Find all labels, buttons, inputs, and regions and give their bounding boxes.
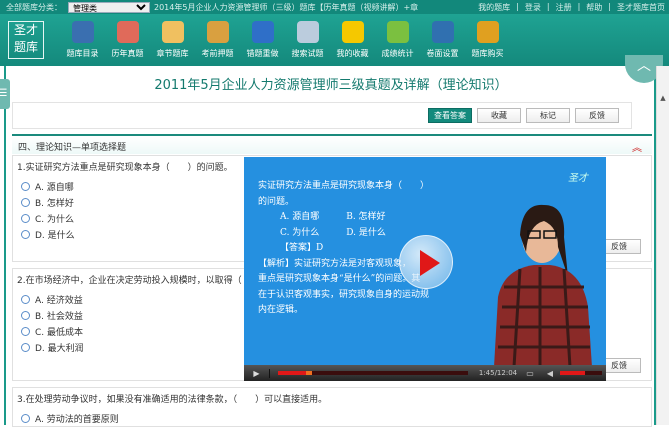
toolbar-label: 题库购买	[471, 49, 504, 58]
option-label: C. 最低成本	[35, 327, 84, 338]
lecturer-image	[494, 204, 592, 367]
category-label: 全部题库分类：	[6, 2, 62, 12]
stats-icon	[386, 21, 409, 43]
past-exams-icon	[116, 21, 139, 43]
mark-button[interactable]: 标记	[526, 108, 570, 123]
toolbar-label: 卷面设置	[426, 49, 459, 58]
option-label: A. 劳动法的首要原则	[35, 414, 119, 425]
option-label: A. 源自哪	[35, 182, 74, 193]
toolbar-item[interactable]: 错题重做	[240, 21, 285, 59]
catalog-icon	[71, 21, 94, 43]
toolbar-item[interactable]: 成绩统计	[375, 21, 420, 59]
radio-button[interactable]	[21, 413, 30, 423]
chapter-icon	[161, 21, 184, 43]
top-link[interactable]: 注册	[556, 2, 572, 13]
scroll-up-icon[interactable]: ▲	[657, 94, 669, 102]
seek-progress	[278, 371, 306, 375]
option-label: A. 经济效益	[35, 295, 83, 306]
scrollbar[interactable]: ▲	[656, 66, 669, 425]
toolbar-label: 题库目录	[66, 49, 99, 58]
top-link[interactable]: 帮助	[586, 2, 602, 13]
radio-button[interactable]	[21, 342, 30, 352]
top-bar: 全部题库分类： 管理类 2014年5月企业人力资源管理师（三级）题库【历年真题（…	[0, 0, 669, 14]
settings-icon	[431, 21, 454, 43]
answer-option[interactable]: A. 劳动法的首要原则	[17, 410, 647, 426]
video-time: 1:45/12:04	[478, 369, 518, 377]
top-link[interactable]: 登录	[525, 2, 541, 13]
feedback-button[interactable]: 反馈	[575, 108, 619, 123]
view-answer-button[interactable]: 查看答案	[428, 108, 472, 123]
link-separator: |	[608, 2, 611, 11]
radio-button[interactable]	[21, 181, 30, 191]
volume-level	[560, 371, 586, 375]
toolbar-label: 章节题库	[156, 49, 189, 58]
toolbar-item[interactable]: 历年真题	[105, 21, 150, 59]
radio-button[interactable]	[21, 229, 30, 239]
volume-icon[interactable]: ◀	[540, 369, 560, 378]
toolbar-item[interactable]: 卷面设置	[420, 21, 465, 59]
category-select[interactable]: 管理类	[68, 1, 150, 13]
slide-line: 内在逻辑。	[258, 305, 304, 315]
volume-slider[interactable]	[560, 371, 602, 375]
radio-button[interactable]	[21, 294, 30, 304]
toolbar-item[interactable]: 考前押题	[195, 21, 240, 59]
fullscreen-icon[interactable]: ▭	[520, 369, 540, 378]
toolbar-label: 错题重做	[246, 49, 279, 58]
cart-icon	[476, 21, 499, 43]
slide-line: A. 源自哪 B. 怎样好	[280, 212, 386, 222]
toolbar-item[interactable]: 题库目录	[60, 21, 105, 59]
seek-bar[interactable]	[278, 371, 468, 375]
favorites-icon	[341, 21, 364, 43]
toolbar: 圣才 题库 题库目录 历年真题 章节题库 考前押题 错题重做 搜索试题 我的收藏 成绩统计 卷面设…	[0, 14, 669, 66]
question-stem: 3.在处理劳动争议时，如果没有准确适用的法律条款，（ ）可以直接适用。	[17, 395, 328, 405]
toolbar-item[interactable]: 搜索试题	[285, 21, 330, 59]
redo-icon	[251, 21, 274, 43]
toolbar-item[interactable]: 题库购买	[465, 21, 510, 59]
radio-button[interactable]	[21, 326, 30, 336]
toolbar-label: 我的收藏	[336, 49, 369, 58]
collapse-icon[interactable]: ︽	[632, 139, 642, 154]
toolbar-item[interactable]: 章节题库	[150, 21, 195, 59]
slide-line: C. 为什么 D. 是什么	[280, 227, 386, 238]
slide-line: 在于认识客观事实，研究现象自身的运动规	[258, 289, 430, 300]
course-title: 2014年5月企业人力资源管理师（三级）题库【历年真题（视频讲解）+章	[154, 2, 419, 12]
toolbar-label: 搜索试题	[291, 49, 324, 58]
video-watermark: 圣才	[568, 173, 588, 184]
section-title: 四、理论知识—单项选择题	[18, 143, 127, 153]
search-icon	[296, 21, 319, 43]
play-icon[interactable]: ▶	[244, 368, 270, 378]
toolbar-label: 历年真题	[111, 49, 144, 58]
toolbar-label: 考前押题	[201, 49, 234, 58]
top-link[interactable]: 我的题库	[478, 2, 510, 13]
slide-line: 实证研究方法重点是研究现象本身（ ）	[258, 181, 430, 191]
predict-icon	[206, 21, 229, 43]
menu-toggle-icon[interactable]: ☰	[0, 79, 10, 109]
radio-button[interactable]	[21, 310, 30, 320]
question-card: 3.在处理劳动争议时，如果没有准确适用的法律条款，（ ）可以直接适用。 A. 劳动…	[12, 387, 652, 427]
page-title: 2011年5月企业人力资源管理师三级真题及详解（理论知识）	[154, 78, 508, 93]
option-label: D. 最大利润	[35, 343, 84, 354]
slide-line: 的问题。	[258, 196, 295, 207]
link-separator: |	[546, 2, 550, 11]
logo[interactable]: 圣才 题库	[8, 21, 44, 59]
toolbar-item[interactable]: 我的收藏	[330, 21, 375, 59]
video-player[interactable]: 圣才 实证研究方法重点是研究现象本身（ ） 的问题。 A. 源自哪 B. 怎样好 C.…	[244, 157, 606, 381]
seek-handle[interactable]	[305, 371, 312, 375]
option-label: D. 是什么	[35, 230, 75, 241]
radio-button[interactable]	[21, 197, 30, 207]
radio-button[interactable]	[21, 213, 30, 223]
top-link[interactable]: 圣才题库首页	[617, 2, 665, 13]
toolbar-label: 成绩统计	[381, 49, 414, 58]
play-overlay-button[interactable]	[399, 235, 453, 289]
option-label: C. 为什么	[35, 214, 75, 225]
video-controls: ▶ 1:45/12:04 ▭ ◀	[244, 365, 606, 381]
section-header: 四、理论知识—单项选择题 ︽	[12, 134, 652, 154]
link-separator: |	[516, 2, 519, 11]
collect-button[interactable]: 收藏	[477, 108, 521, 123]
option-label: B. 社会效益	[35, 311, 83, 322]
action-bar: 查看答案 收藏 标记 反馈	[12, 102, 632, 129]
option-label: B. 怎样好	[35, 198, 74, 209]
link-separator: |	[577, 2, 581, 11]
